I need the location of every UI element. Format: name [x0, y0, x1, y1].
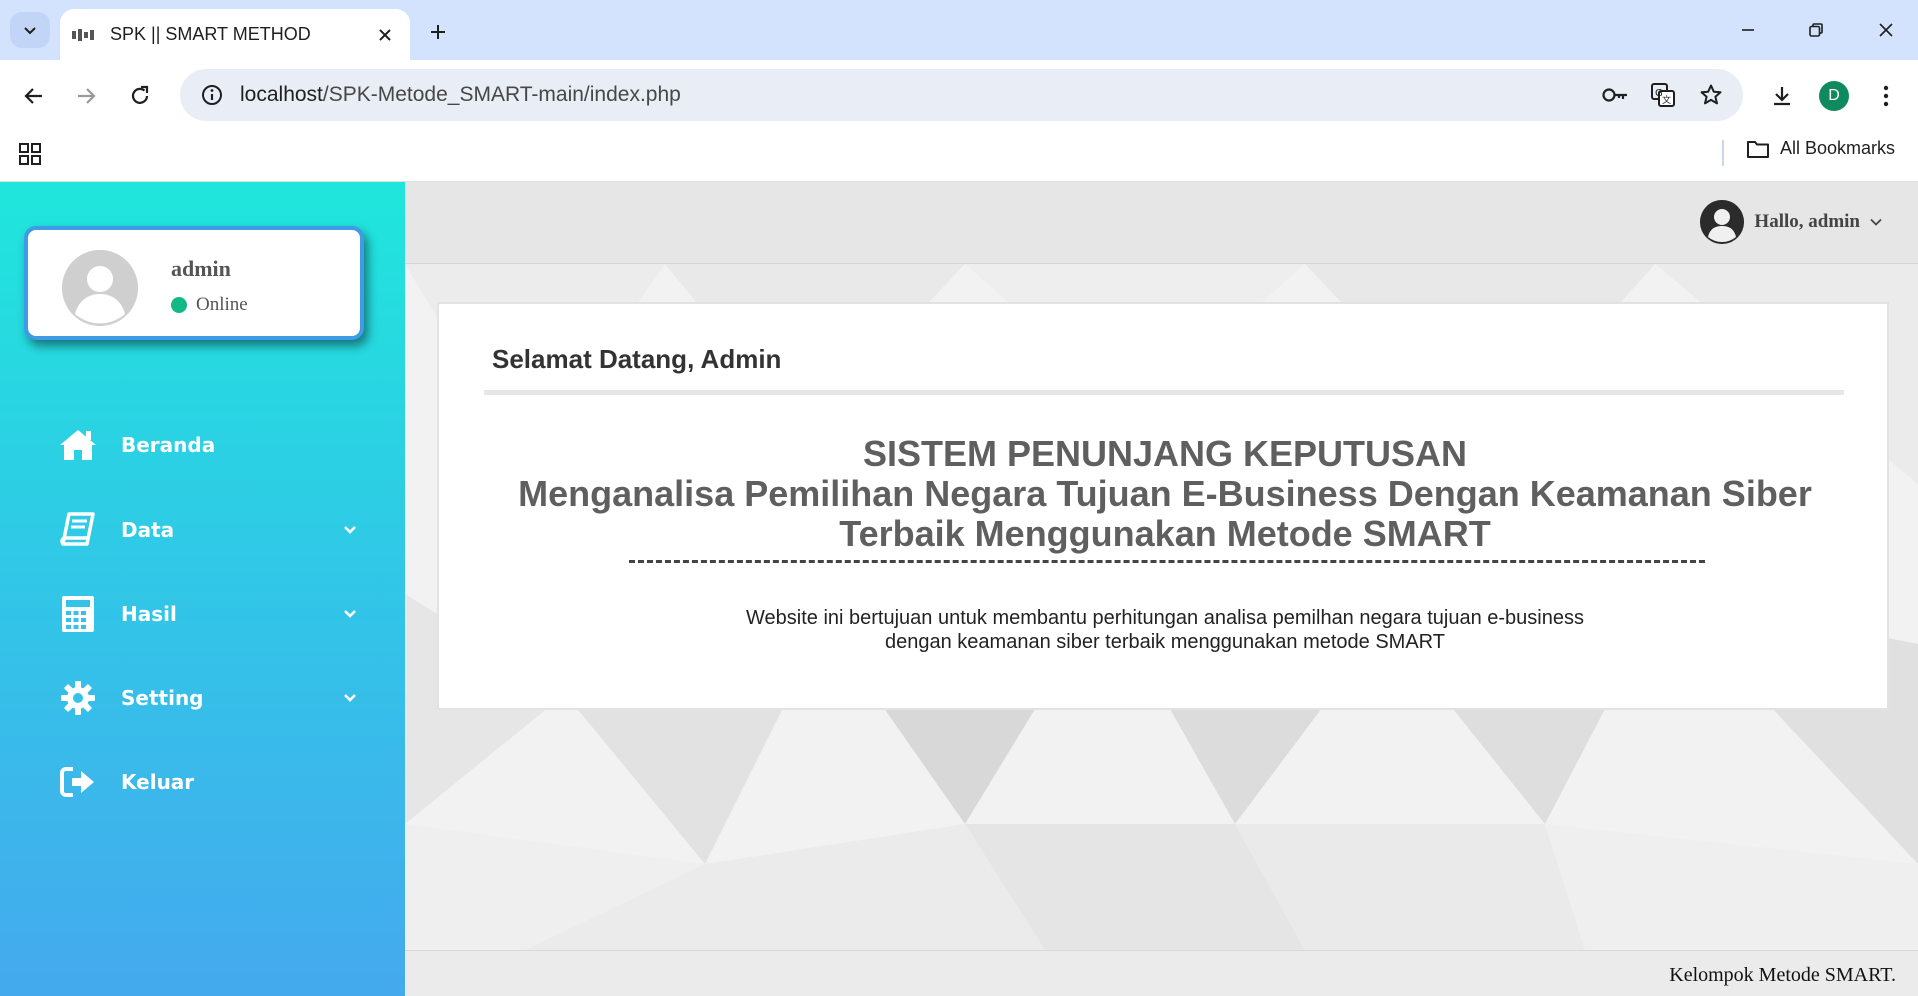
- footer-text: Kelompok Metode SMART.: [1669, 964, 1896, 986]
- sidebar-item-data[interactable]: Data: [0, 500, 405, 560]
- minimize-button[interactable]: [1724, 10, 1772, 50]
- arrow-left-icon: [24, 88, 42, 104]
- browser-tab-bar: SPK || SMART METHOD: [0, 0, 1918, 60]
- minimize-icon: [1742, 29, 1754, 31]
- sidebar-item-label: Beranda: [121, 433, 216, 457]
- description-line-1: Website ini bertujuan untuk membantu per…: [746, 607, 1584, 629]
- sidebar-item-beranda[interactable]: Beranda: [0, 415, 405, 475]
- user-avatar-icon: [62, 250, 138, 326]
- restore-button[interactable]: [1792, 10, 1840, 50]
- reload-icon: [131, 85, 149, 104]
- new-tab-button[interactable]: [420, 14, 456, 50]
- restore-icon: [1809, 23, 1823, 37]
- download-icon: [1774, 87, 1790, 106]
- site-favicon-icon: [72, 28, 96, 42]
- browser-tab[interactable]: SPK || SMART METHOD: [60, 9, 410, 60]
- dashed-separator: [629, 560, 1705, 563]
- calculator-icon: [58, 594, 98, 634]
- reload-button[interactable]: [120, 76, 160, 116]
- bookmarks-divider: [1722, 140, 1724, 166]
- sidebar-item-label: Keluar: [121, 770, 195, 794]
- footer: Kelompok Metode SMART.: [405, 950, 1918, 996]
- user-name: admin: [171, 256, 231, 281]
- tab-close-button[interactable]: [372, 22, 398, 48]
- system-headline: SISTEM PENUNJANG KEPUTUSAN Menganalisa P…: [439, 434, 1891, 554]
- sidebar-item-hasil[interactable]: Hasil: [0, 584, 405, 644]
- online-status-dot: [171, 297, 187, 313]
- all-bookmarks-label: All Bookmarks: [1780, 138, 1896, 158]
- chevron-down-icon: [340, 604, 360, 624]
- greeting-text: Hallo, admin: [1754, 211, 1860, 232]
- star-bookmark-icon[interactable]: [1695, 79, 1727, 111]
- user-card: admin Online: [24, 226, 364, 340]
- tab-search-button[interactable]: [10, 12, 50, 48]
- card-title: Selamat Datang, Admin: [492, 344, 782, 374]
- user-status: Online: [171, 294, 248, 316]
- sidebar-item-keluar[interactable]: Keluar: [0, 752, 405, 812]
- top-header: Hallo, admin: [405, 182, 1918, 264]
- description-line-2: dengan keamanan siber terbaik menggunaka…: [885, 631, 1445, 653]
- more-vertical-icon: [1883, 85, 1889, 107]
- user-status-label: Online: [196, 294, 248, 315]
- card-divider: [484, 390, 1844, 395]
- password-key-icon[interactable]: [1599, 79, 1631, 111]
- headline-line-2: Menganalisa Pemilihan Negara Tujuan E-Bu…: [518, 473, 1812, 514]
- chevron-down-icon: [24, 27, 36, 35]
- chevron-down-icon: [1870, 218, 1882, 226]
- tab-title: SPK || SMART METHOD: [110, 24, 311, 44]
- url-text[interactable]: localhost/SPK-Metode_SMART-main/index.ph…: [240, 83, 681, 107]
- sidebar-item-label: Data: [121, 518, 175, 542]
- folder-icon: [1747, 140, 1769, 158]
- browser-toolbar: localhost/SPK-Metode_SMART-main/index.ph…: [0, 60, 1918, 130]
- sidebar-item-setting[interactable]: Setting: [0, 668, 405, 728]
- user-avatar-icon: [1700, 200, 1745, 244]
- site-info-icon[interactable]: [196, 79, 228, 111]
- headline-line-1: SISTEM PENUNJANG KEPUTUSAN: [862, 433, 1468, 474]
- close-window-button[interactable]: [1862, 10, 1910, 50]
- apps-grid-icon[interactable]: [16, 140, 44, 168]
- profile-button[interactable]: D: [1814, 76, 1854, 116]
- welcome-card: Selamat Datang, Admin SISTEM PENUNJANG K…: [437, 302, 1889, 710]
- chevron-down-icon: [340, 520, 360, 540]
- logout-icon: [58, 762, 98, 802]
- chevron-down-icon: [340, 688, 360, 708]
- user-avatar: [62, 250, 138, 326]
- close-icon: [1879, 23, 1893, 37]
- user-menu-dropdown[interactable]: Hallo, admin: [1700, 200, 1882, 244]
- svg-text:文: 文: [1662, 94, 1671, 106]
- sidebar: admin Online Beranda Data Hasil Setting …: [0, 182, 405, 996]
- forward-button[interactable]: [66, 76, 106, 116]
- all-bookmarks-button[interactable]: All Bookmarks: [1746, 138, 1895, 159]
- back-button[interactable]: [14, 76, 54, 116]
- plus-icon: [431, 25, 445, 39]
- translate-icon[interactable]: G文: [1647, 79, 1679, 111]
- book-icon: [58, 510, 98, 550]
- profile-avatar: D: [1819, 81, 1849, 111]
- bookmarks-bar: All Bookmarks: [0, 130, 1918, 182]
- sidebar-item-label: Hasil: [121, 602, 177, 626]
- downloads-button[interactable]: [1762, 76, 1802, 116]
- sidebar-item-label: Setting: [121, 686, 204, 710]
- browser-menu-button[interactable]: [1866, 76, 1906, 116]
- main-content: Hallo, admin Selamat Datang, Admin SISTE…: [405, 182, 1918, 996]
- home-icon: [58, 425, 98, 465]
- address-bar[interactable]: localhost/SPK-Metode_SMART-main/index.ph…: [180, 69, 1743, 121]
- arrow-right-icon: [78, 88, 96, 104]
- description: Website ini bertujuan untuk membantu per…: [439, 606, 1891, 654]
- gear-icon: [58, 678, 98, 718]
- headline-line-3: Terbaik Menggunakan Metode SMART: [839, 513, 1491, 554]
- close-icon: [379, 28, 391, 41]
